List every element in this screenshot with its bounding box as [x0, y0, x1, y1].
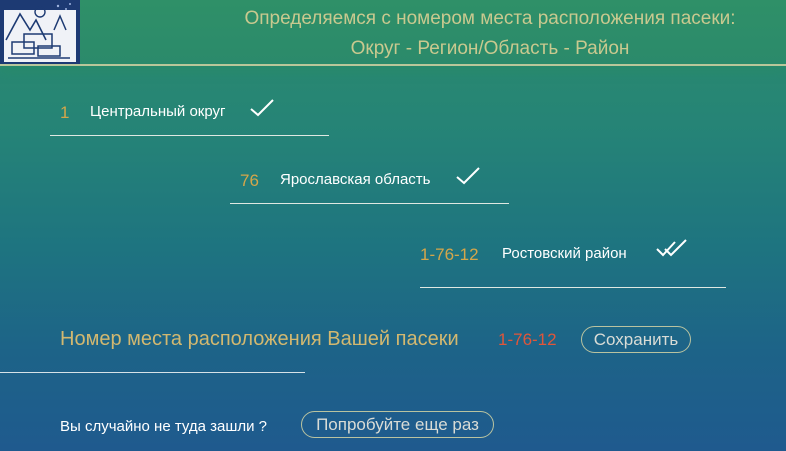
- header-bar: Определяемся с номером места расположени…: [0, 0, 786, 66]
- area-name: Ростовский район: [502, 245, 627, 262]
- district-code: 1: [60, 103, 70, 122]
- area-code: 1-76-12: [420, 245, 479, 264]
- result-underline: [0, 372, 305, 373]
- region-underline: [230, 203, 509, 204]
- selection-district[interactable]: 1 Центральный округ: [50, 99, 330, 136]
- apiary-logo-icon: [0, 0, 80, 64]
- apiary-number: 1-76-12: [498, 330, 557, 349]
- district-name: Центральный округ: [90, 103, 226, 120]
- region-code: 76: [240, 171, 259, 190]
- page-title-line1: Определяемся с номером места расположени…: [244, 8, 736, 29]
- page-title-line2: Округ - Регион/Область - Район: [350, 38, 630, 59]
- selection-area[interactable]: 1-76-12 Ростовский район: [420, 239, 726, 288]
- page-title: Определяемся с номером места расположени…: [210, 4, 770, 64]
- district-underline: [50, 135, 329, 136]
- check-icon: [456, 167, 480, 185]
- save-button[interactable]: Сохранить: [581, 326, 691, 353]
- result-label: Номер места расположения Вашей пасеки: [60, 328, 459, 350]
- double-check-icon: [656, 239, 687, 257]
- selection-region[interactable]: 76 Ярославская область: [230, 167, 510, 204]
- apiary-logo[interactable]: [0, 0, 80, 64]
- region-name: Ярославская область: [280, 171, 431, 188]
- area-underline: [420, 287, 726, 288]
- check-icon: [250, 99, 274, 117]
- retry-question: Вы случайно не туда зашли ?: [60, 418, 268, 435]
- retry-button[interactable]: Попробуйте еще раз: [301, 411, 494, 438]
